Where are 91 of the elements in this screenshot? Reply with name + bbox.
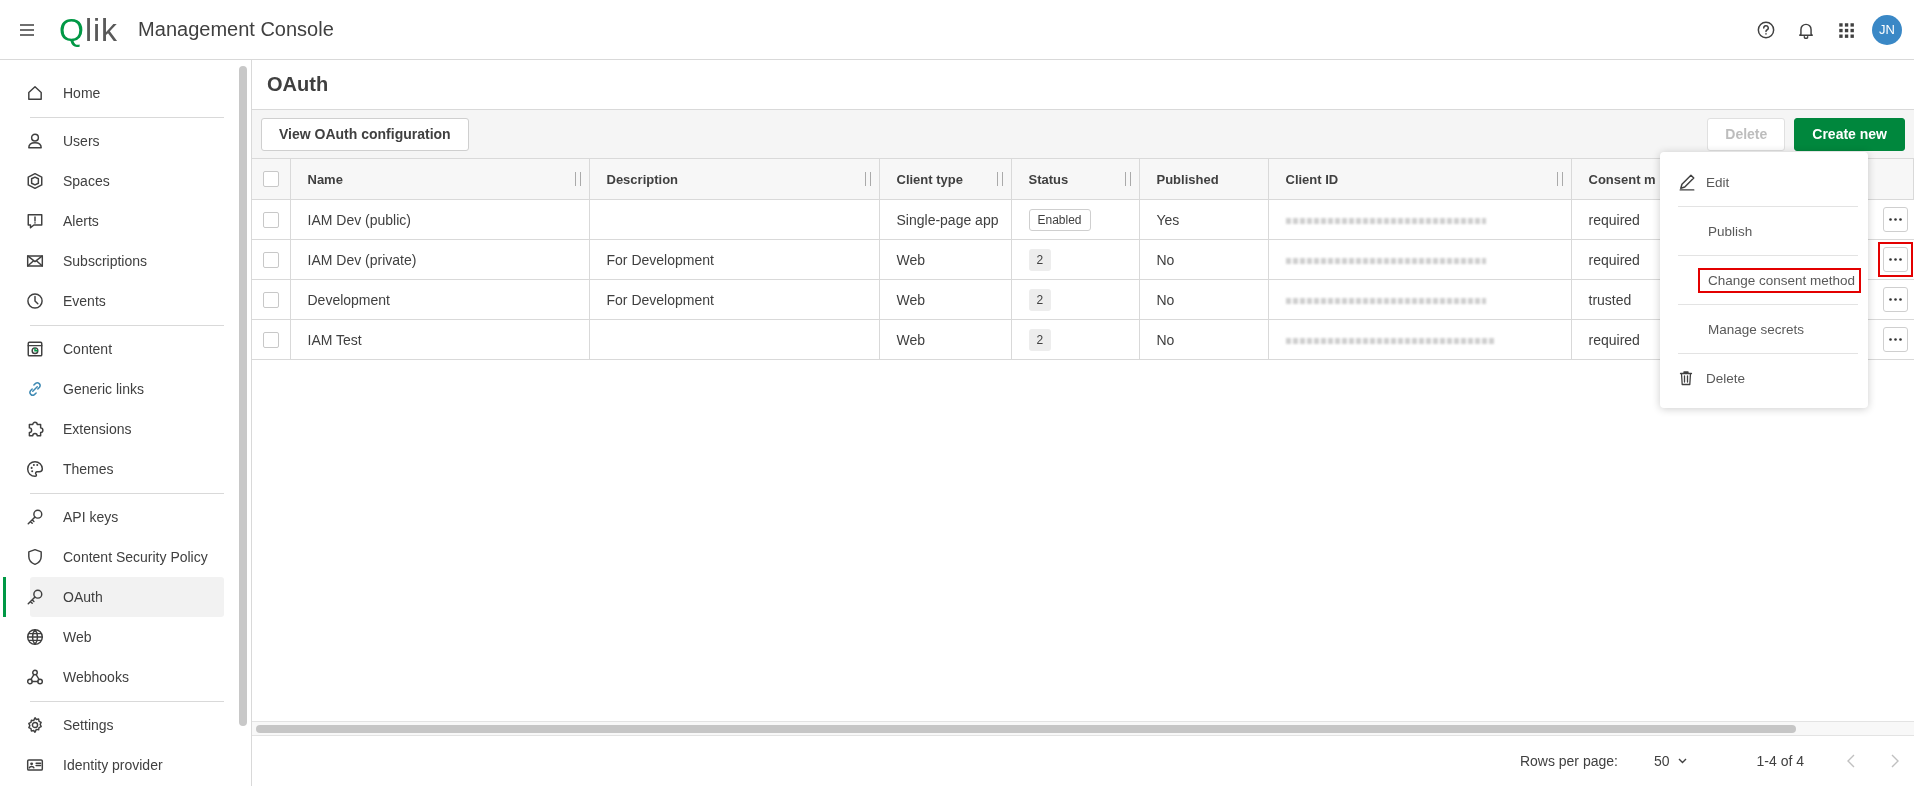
shield-icon (26, 548, 44, 566)
table-cell: IAM Dev (public) (290, 199, 589, 240)
table-cell: Web (879, 239, 1011, 280)
chevron-down-icon (1677, 758, 1687, 764)
nav-item[interactable]: Themes (30, 449, 224, 489)
nav-item[interactable]: Subscriptions (30, 241, 224, 281)
more-actions-button[interactable] (1882, 207, 1908, 232)
column-header[interactable]: Client ID (1268, 159, 1571, 200)
gear-icon (26, 716, 44, 734)
nav-item[interactable]: Generic links (30, 369, 224, 409)
more-actions-button[interactable] (1882, 287, 1908, 312)
nav-item[interactable]: Alerts (30, 201, 224, 241)
nav-item[interactable]: API keys (30, 497, 224, 537)
table-cell: Development (290, 279, 589, 320)
table-cell: For Development (589, 279, 879, 320)
nav-item[interactable]: Events (30, 281, 224, 321)
menu-icon[interactable] (19, 21, 35, 38)
content-icon (26, 340, 44, 358)
nav-item[interactable]: Webhooks (30, 657, 224, 697)
webhook-icon (26, 668, 44, 686)
table-cell: No (1139, 319, 1268, 360)
envelope-icon (26, 252, 44, 270)
table-cell: No (1139, 239, 1268, 280)
nav-item[interactable]: Users (30, 121, 224, 161)
scrollbar[interactable] (239, 66, 247, 726)
nav-item[interactable]: Content Security Policy (30, 537, 224, 577)
nav-item[interactable]: Web (30, 617, 224, 657)
trash-icon (1678, 369, 1694, 387)
menu-item[interactable]: Edit (1696, 169, 1736, 195)
menu-item[interactable]: Change consent method (1698, 267, 1862, 293)
page-range: 1-4 of 4 (1756, 753, 1804, 769)
pencil-icon (1678, 173, 1696, 191)
table-cell: Single-page app (879, 199, 1011, 240)
cube-icon (26, 172, 44, 190)
horizontal-scrollbar[interactable] (256, 724, 1796, 733)
table-cell: IAM Test (290, 319, 589, 360)
rows-per-page-select[interactable]: 50 (1653, 753, 1687, 769)
logo: Qlik (59, 13, 119, 46)
puzzle-icon (26, 420, 44, 438)
alert-icon (26, 212, 44, 230)
clock-icon (26, 292, 44, 310)
rows-per-page-label: Rows per page: (1519, 753, 1618, 769)
apps-grid-icon[interactable] (1837, 20, 1855, 39)
link-icon (26, 380, 44, 398)
home-icon (26, 84, 44, 102)
nav-item[interactable]: Spaces (30, 161, 224, 201)
table-cell: No (1139, 279, 1268, 320)
table-cell: IAM Dev (private) (290, 239, 589, 280)
table-cell: For Development (589, 239, 879, 280)
column-header[interactable]: Name (290, 159, 589, 200)
checkbox[interactable] (262, 292, 279, 309)
count-badge: 2 (1028, 288, 1052, 311)
select-all-checkbox[interactable] (262, 171, 279, 188)
checkbox[interactable] (262, 212, 279, 229)
column-header[interactable]: Description (589, 159, 879, 200)
count-badge: 2 (1028, 248, 1052, 271)
table-cell: Web (879, 279, 1011, 320)
app-title: Management Console (138, 18, 334, 41)
nav-item[interactable]: Content (30, 329, 224, 369)
palette-icon (26, 460, 44, 478)
menu-item[interactable]: Delete (1696, 365, 1752, 391)
column-header[interactable]: Client type (879, 159, 1011, 200)
count-badge: 2 (1028, 328, 1052, 351)
more-icon (1888, 338, 1902, 341)
nav-item[interactable]: Extensions (30, 409, 224, 449)
create-button[interactable]: Create new (1794, 117, 1905, 151)
column-header[interactable]: Published (1139, 159, 1268, 200)
previous-page-icon[interactable] (1846, 754, 1855, 768)
nav-item[interactable]: Identity provider (30, 745, 224, 785)
help-icon[interactable] (1757, 20, 1775, 39)
table-cell: Yes (1139, 199, 1268, 240)
more-actions-button[interactable] (1882, 327, 1908, 352)
globe-icon (26, 628, 44, 646)
id-card-icon (26, 756, 44, 774)
checkbox[interactable] (262, 332, 279, 349)
active-indicator (3, 577, 6, 617)
view-config-button[interactable]: View OAuth configuration (261, 117, 469, 151)
more-icon (1888, 218, 1902, 221)
column-header[interactable]: Status (1011, 159, 1139, 200)
nav-item[interactable]: Home (30, 73, 224, 113)
more-icon (1888, 258, 1902, 261)
more-icon (1888, 298, 1902, 301)
next-page-icon[interactable] (1891, 754, 1900, 768)
user-icon (26, 132, 44, 150)
table-cell: Web (879, 319, 1011, 360)
key-icon (26, 588, 44, 606)
user-avatar[interactable]: JN (1872, 14, 1902, 45)
nav-item[interactable]: Settings (30, 705, 224, 745)
checkbox[interactable] (262, 252, 279, 269)
status-badge: Enabled (1028, 208, 1091, 231)
key-icon (26, 508, 44, 526)
